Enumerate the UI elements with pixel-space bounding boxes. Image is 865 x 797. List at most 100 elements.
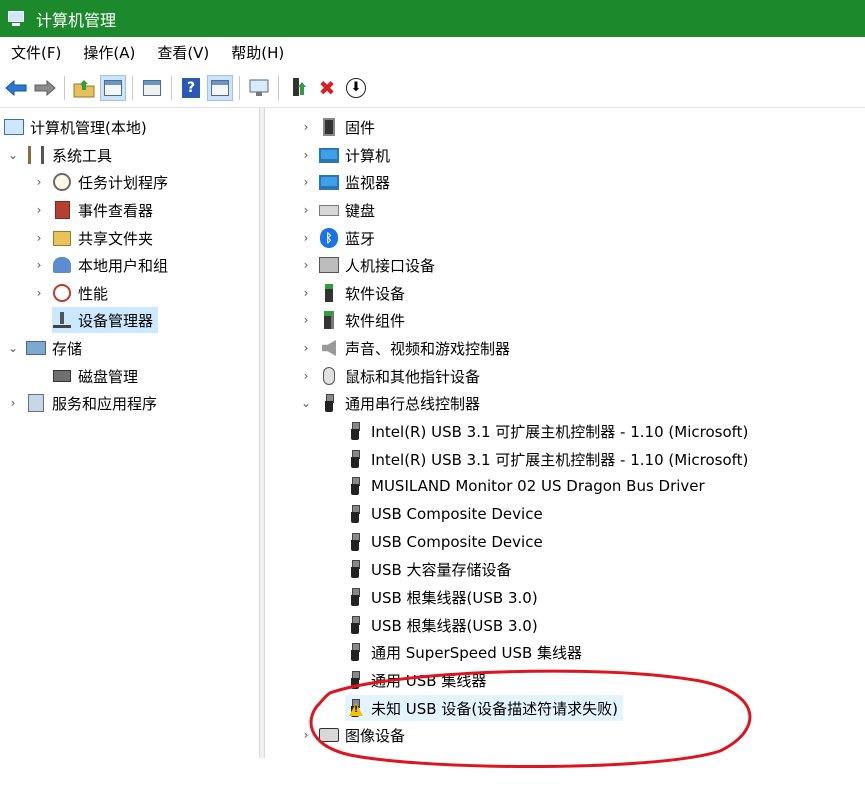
- device-category-bluetooth[interactable]: › ᛒ 蓝牙: [299, 225, 375, 251]
- show-hide-action-pane-icon[interactable]: [207, 74, 233, 101]
- chevron-right-icon[interactable]: ›: [299, 203, 313, 217]
- chevron-right-icon[interactable]: ›: [299, 286, 313, 300]
- chevron-right-icon[interactable]: ›: [32, 286, 46, 300]
- tree-item-label: 设备管理器: [78, 311, 154, 330]
- device-item[interactable]: MUSILAND Monitor 02 US Dragon Bus Driver: [345, 473, 705, 499]
- storage-icon: [26, 338, 46, 358]
- tree-item-event-viewer[interactable]: › 事件查看器: [32, 197, 153, 223]
- tree-item-performance[interactable]: › 性能: [32, 280, 108, 306]
- chevron-right-icon[interactable]: ›: [299, 369, 313, 383]
- menu-action[interactable]: 操作(A): [72, 42, 146, 63]
- chevron-down-icon[interactable]: ⌄: [6, 341, 20, 355]
- computer-management-icon: [4, 117, 24, 137]
- device-item[interactable]: Intel(R) USB 3.1 可扩展主机控制器 - 1.10 (Micros…: [345, 418, 748, 444]
- chevron-right-icon[interactable]: ›: [299, 120, 313, 134]
- chevron-right-icon[interactable]: ›: [32, 258, 46, 272]
- device-category-hid[interactable]: › 人机接口设备: [299, 252, 435, 278]
- chevron-right-icon[interactable]: ›: [299, 313, 313, 327]
- device-item[interactable]: 通用 USB 集线器: [345, 667, 486, 693]
- clock-icon: [52, 172, 72, 192]
- usb-plug-icon: [345, 532, 365, 552]
- chevron-down-icon[interactable]: ⌄: [6, 148, 20, 162]
- usb-plug-icon: [345, 476, 365, 496]
- tree-item-device-manager[interactable]: 设备管理器: [52, 307, 159, 333]
- chevron-right-icon[interactable]: ›: [299, 175, 313, 189]
- tree-item-task-scheduler[interactable]: › 任务计划程序: [32, 169, 168, 195]
- mouse-icon: [319, 366, 339, 386]
- device-item[interactable]: USB Composite Device: [345, 529, 543, 555]
- tree-item-label: 任务计划程序: [78, 173, 169, 192]
- usb-plug-icon: [345, 587, 365, 607]
- device-category-software-devices[interactable]: › 软件设备: [299, 280, 405, 306]
- show-hide-tree-icon[interactable]: [100, 74, 126, 101]
- device-item[interactable]: 通用 SuperSpeed USB 集线器: [345, 639, 582, 665]
- chevron-right-icon[interactable]: ›: [32, 175, 46, 189]
- shared-folder-icon: [52, 228, 72, 248]
- tree-item-label: 计算机管理(本地): [30, 118, 147, 137]
- chevron-right-icon[interactable]: ›: [299, 341, 313, 355]
- up-folder-icon[interactable]: [71, 75, 97, 101]
- chevron-right-icon[interactable]: ›: [299, 258, 313, 272]
- toolbar-separator: [239, 75, 240, 100]
- device-category-software-components[interactable]: › 软件组件: [299, 307, 405, 333]
- enable-device-icon[interactable]: [285, 75, 311, 101]
- usb-plug-icon: [345, 615, 365, 635]
- category-label: 固件: [345, 118, 376, 137]
- monitor-icon: [319, 172, 339, 192]
- tree-item-label: 服务和应用程序: [52, 394, 158, 413]
- tree-item-shared-folders[interactable]: › 共享文件夹: [32, 225, 153, 251]
- usb-plug-icon: [345, 449, 365, 469]
- toolbar-separator: [278, 75, 279, 100]
- tree-item-label: 系统工具: [52, 146, 113, 165]
- device-item[interactable]: USB 根集线器(USB 3.0): [345, 612, 538, 638]
- chevron-right-icon[interactable]: ›: [299, 231, 313, 245]
- tree-item-services-apps[interactable]: › 服务和应用程序: [6, 390, 157, 416]
- tree-item-system-tools[interactable]: ⌄ 系统工具: [6, 142, 112, 168]
- scan-hardware-icon[interactable]: [246, 75, 272, 101]
- device-label: MUSILAND Monitor 02 US Dragon Bus Driver: [371, 477, 705, 495]
- hid-icon: [319, 255, 339, 275]
- device-label: 未知 USB 设备(设备描述符请求失败): [371, 699, 619, 718]
- chevron-right-icon[interactable]: ›: [299, 728, 313, 742]
- tree-item-root[interactable]: 计算机管理(本地): [4, 114, 147, 140]
- device-label: USB Composite Device: [371, 505, 543, 523]
- menu-view[interactable]: 查看(V): [146, 42, 220, 63]
- computer-management-icon: [6, 10, 28, 28]
- toolbar-separator: [171, 75, 172, 100]
- device-category-keyboard[interactable]: › 键盘: [299, 197, 375, 223]
- warning-usb-icon: !: [345, 698, 365, 718]
- device-category-usb-controllers[interactable]: ⌄ 通用串行总线控制器: [299, 390, 480, 416]
- device-category-computer[interactable]: › 计算机: [299, 142, 390, 168]
- category-label: 监视器: [345, 173, 391, 192]
- back-arrow-icon[interactable]: [3, 75, 29, 101]
- menu-file[interactable]: 文件(F): [0, 42, 72, 63]
- tree-item-local-users[interactable]: › 本地用户和组: [32, 252, 168, 278]
- device-category-sound[interactable]: › 声音、视频和游戏控制器: [299, 335, 510, 361]
- tree-item-disk-management[interactable]: 磁盘管理: [52, 363, 138, 389]
- chevron-down-icon[interactable]: ⌄: [299, 396, 313, 410]
- device-item[interactable]: USB 根集线器(USB 3.0): [345, 584, 538, 610]
- usb-plug-icon: [345, 559, 365, 579]
- forward-arrow-icon[interactable]: [32, 75, 58, 101]
- chevron-right-icon[interactable]: ›: [6, 396, 20, 410]
- category-label: 鼠标和其他指针设备: [345, 367, 481, 386]
- menu-help[interactable]: 帮助(H): [220, 42, 295, 63]
- properties-icon[interactable]: [139, 75, 165, 101]
- chevron-right-icon[interactable]: ›: [32, 231, 46, 245]
- uninstall-device-icon[interactable]: ✖: [314, 75, 340, 101]
- update-driver-icon[interactable]: ⬇: [343, 75, 369, 101]
- device-item[interactable]: USB 大容量存储设备: [345, 556, 512, 582]
- device-item[interactable]: USB Composite Device: [345, 501, 543, 527]
- chevron-right-icon[interactable]: ›: [299, 148, 313, 162]
- device-category-firmware[interactable]: › 固件: [299, 114, 375, 140]
- device-item[interactable]: Intel(R) USB 3.1 可扩展主机控制器 - 1.10 (Micros…: [345, 446, 748, 472]
- device-item-unknown-usb[interactable]: ! 未知 USB 设备(设备描述符请求失败): [345, 695, 624, 721]
- device-category-mouse[interactable]: › 鼠标和其他指针设备: [299, 363, 480, 389]
- device-category-monitor[interactable]: › 监视器: [299, 169, 390, 195]
- category-label: 计算机: [345, 146, 391, 165]
- help-icon[interactable]: ?: [178, 75, 204, 101]
- tree-item-storage[interactable]: ⌄ 存储: [6, 335, 82, 361]
- chevron-right-icon[interactable]: ›: [32, 203, 46, 217]
- usb-plug-icon: [345, 421, 365, 441]
- device-category-imaging[interactable]: › 图像设备: [299, 722, 405, 748]
